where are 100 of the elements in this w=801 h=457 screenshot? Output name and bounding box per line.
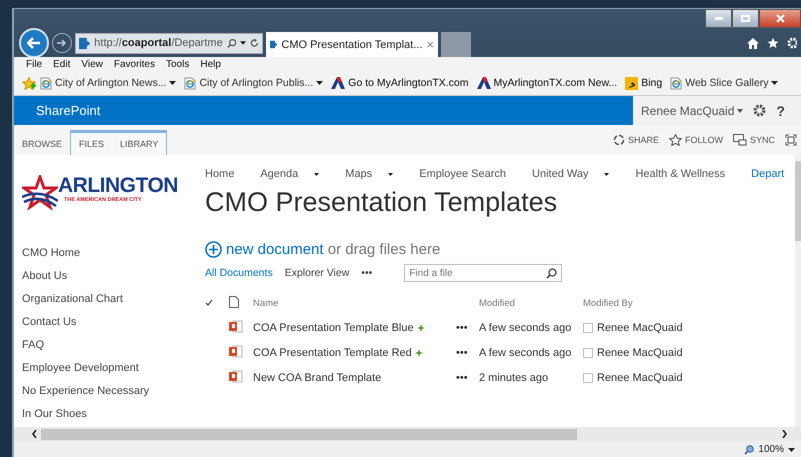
- back-button[interactable]: [19, 28, 49, 58]
- add-icon[interactable]: [205, 241, 222, 258]
- ribbon-action[interactable]: SHARE: [628, 135, 659, 145]
- item-menu-button[interactable]: •••: [456, 372, 468, 384]
- quick-launch-link[interactable]: Organizational Chart: [22, 291, 189, 307]
- column-header[interactable]: Modified By: [583, 298, 633, 308]
- favorite-link[interactable]: Web Slice Gallery: [685, 77, 768, 89]
- dropdown-caret-icon[interactable]: [240, 41, 246, 45]
- url-text: http://coaportal/Departme: [94, 37, 223, 49]
- nav-link[interactable]: Maps: [345, 168, 372, 180]
- menu-item[interactable]: Tools: [166, 59, 190, 70]
- search-icon[interactable]: [226, 38, 236, 48]
- page-title: CMO Presentation Templates: [205, 187, 558, 218]
- mountain-logo-icon: [476, 77, 490, 89]
- favorite-link[interactable]: City of Arlington Publis...: [199, 77, 314, 89]
- nav-link[interactable]: United Way: [532, 168, 588, 180]
- browser-tab[interactable]: CMO Presentation Templat... ×: [266, 32, 438, 57]
- browser-page-icon: [184, 76, 196, 90]
- dropdown-caret-icon[interactable]: [388, 172, 394, 176]
- view-link[interactable]: All Documents: [205, 267, 273, 279]
- quick-launch-link[interactable]: Contact Us: [22, 314, 189, 330]
- nav-link[interactable]: Home: [205, 168, 234, 180]
- dropdown-caret-icon[interactable]: [771, 81, 778, 85]
- menu-item[interactable]: Edit: [53, 59, 70, 70]
- zoom-level[interactable]: 100%: [758, 444, 784, 455]
- sync-icon: [732, 134, 747, 146]
- presence-indicator: [583, 348, 593, 358]
- file-name-link[interactable]: COA Presentation Template Blue: [253, 322, 414, 334]
- column-header[interactable]: Modified: [479, 298, 515, 308]
- forward-arrow-icon: [57, 39, 67, 47]
- refresh-icon[interactable]: [250, 38, 259, 48]
- bing-icon: [625, 76, 638, 90]
- menu-item[interactable]: Favorites: [114, 59, 155, 70]
- quick-launch-link[interactable]: In Our Shoes: [22, 406, 189, 422]
- menu-item[interactable]: File: [26, 59, 42, 70]
- sharepoint-icon: [270, 38, 278, 51]
- powerpoint-file-icon: [229, 344, 243, 358]
- mountain-logo-icon: [331, 77, 346, 89]
- search-icon[interactable]: [546, 268, 558, 279]
- home-icon[interactable]: [747, 38, 759, 48]
- scroll-right-icon[interactable]: [782, 430, 787, 438]
- favorite-link[interactable]: City of Arlington News...: [55, 77, 166, 89]
- quick-launch-link[interactable]: About Us: [22, 268, 189, 284]
- dropdown-caret-icon[interactable]: [314, 172, 320, 176]
- ribbon-tab[interactable]: BROWSE: [14, 139, 70, 155]
- modified-by-cell: Renee MacQuaid: [597, 322, 683, 334]
- help-button[interactable]: ?: [776, 102, 785, 118]
- file-name-link[interactable]: New COA Brand Template: [253, 372, 382, 384]
- menu-item[interactable]: View: [81, 59, 103, 70]
- dropdown-caret-icon[interactable]: [604, 172, 610, 176]
- document-icon: [229, 296, 239, 308]
- settings-icon[interactable]: [753, 104, 766, 117]
- favorite-link[interactable]: Bing: [641, 77, 662, 89]
- nav-link[interactable]: Depart: [751, 168, 784, 180]
- dropdown-caret-icon[interactable]: [316, 81, 324, 85]
- dropdown-caret-icon[interactable]: [169, 81, 176, 85]
- quick-launch-link[interactable]: Employee Development: [22, 360, 189, 376]
- check-icon[interactable]: [205, 298, 213, 306]
- nav-link[interactable]: Agenda: [260, 168, 298, 180]
- modified-by-cell: Renee MacQuaid: [597, 372, 683, 384]
- sharepoint-brand[interactable]: SharePoint: [14, 96, 633, 125]
- ribbon-action[interactable]: SYNC: [750, 135, 775, 145]
- nav-link[interactable]: Health & Wellness: [635, 168, 726, 180]
- back-arrow-icon: [27, 37, 41, 49]
- presence-indicator: [583, 322, 593, 332]
- search-field[interactable]: Find a file: [404, 264, 562, 282]
- ribbon-tab[interactable]: LIBRARY: [112, 139, 166, 155]
- ribbon-tab[interactable]: FILES: [71, 139, 112, 155]
- horizontal-scrollbar[interactable]: [14, 427, 801, 441]
- vertical-scrollbar[interactable]: [795, 155, 801, 427]
- address-bar[interactable]: http://coaportal/Departme: [75, 32, 263, 54]
- share-icon: [612, 134, 625, 146]
- quick-launch-link[interactable]: No Experience Necessary: [22, 383, 189, 399]
- browser-page-icon: [670, 76, 682, 90]
- dropdown-caret-icon[interactable]: [737, 108, 744, 112]
- view-link[interactable]: Explorer View: [284, 267, 350, 279]
- scroll-left-icon[interactable]: [32, 430, 37, 438]
- item-menu-button[interactable]: •••: [456, 346, 468, 358]
- dropdown-caret-icon[interactable]: [788, 448, 795, 452]
- favorites-star-icon[interactable]: [22, 76, 36, 90]
- close-tab-button[interactable]: ×: [426, 37, 434, 52]
- zoom-icon[interactable]: [744, 444, 754, 454]
- forward-button[interactable]: [52, 33, 72, 53]
- new-document-link[interactable]: new document: [226, 241, 324, 258]
- quick-launch-link[interactable]: FAQ: [22, 337, 189, 353]
- star-icon[interactable]: [767, 37, 779, 49]
- quick-launch-link[interactable]: CMO Home: [22, 245, 189, 261]
- ribbon-action[interactable]: FOLLOW: [684, 135, 723, 145]
- nav-link[interactable]: Employee Search: [419, 168, 506, 180]
- window-controls-drawing[interactable]: [705, 9, 801, 26]
- user-menu[interactable]: Renee MacQuaid: [641, 104, 734, 118]
- focus-icon[interactable]: [785, 134, 797, 146]
- menu-item[interactable]: Help: [200, 59, 221, 70]
- favorite-link[interactable]: MyArlingtonTX.com New...: [494, 77, 618, 89]
- more-views-button[interactable]: •••: [361, 267, 372, 279]
- powerpoint-file-icon: [229, 320, 243, 332]
- column-header[interactable]: Name: [253, 298, 278, 308]
- favorite-link[interactable]: Go to MyArlingtonTX.com: [348, 77, 468, 89]
- item-menu-button[interactable]: •••: [456, 322, 468, 334]
- file-name-link[interactable]: COA Presentation Template Red: [253, 346, 412, 358]
